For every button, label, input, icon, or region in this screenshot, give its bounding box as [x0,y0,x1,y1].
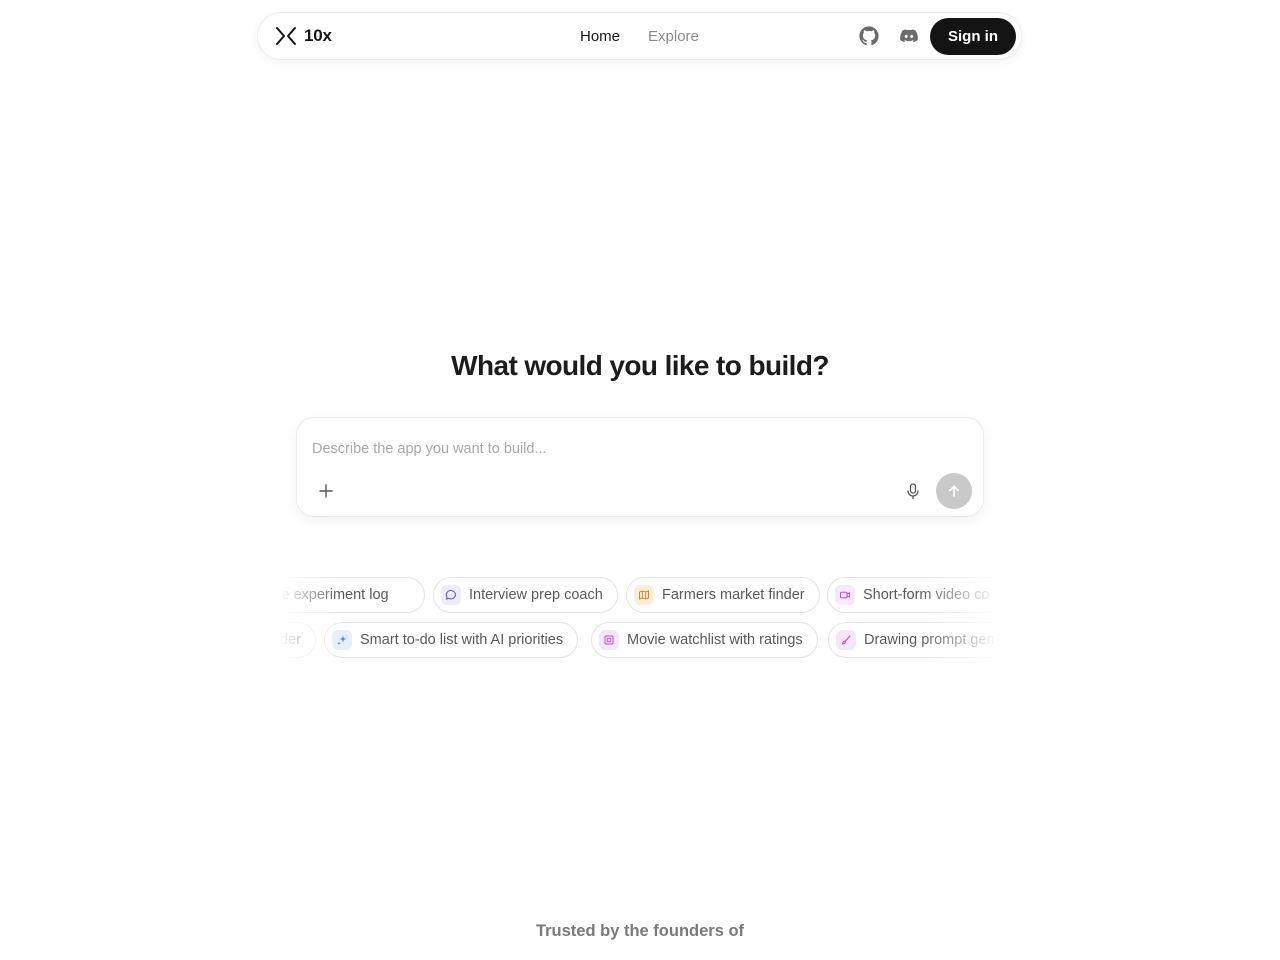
suggestion-chip[interactable]: Smart to-do list with AI priorities [324,622,579,658]
trusted-by-heading: Trusted by the founders of [535,922,745,940]
suggestion-chip[interactable]: ence experiment log [280,577,425,613]
video-icon [835,585,855,605]
suggestion-chip[interactable]: der [280,622,316,658]
chevrons-logo-icon [276,27,296,45]
nav-links: Home Explore [580,28,699,45]
suggestion-label: Smart to-do list with AI priorities [360,632,564,648]
send-button[interactable] [936,473,972,509]
map-icon [634,585,654,605]
sign-in-button[interactable]: Sign in [930,18,1016,55]
suggestion-chip[interactable]: Interview prep coach [433,577,618,613]
suggestion-label: Farmers market finder [662,587,805,603]
suggestion-label: ence experiment log [280,587,389,603]
discord-icon[interactable] [899,26,919,46]
prompt-input[interactable] [312,438,952,460]
suggestion-label: Drawing prompt gen [864,632,995,648]
suggestion-row-1: ence experiment log Interview prep coach… [280,576,1000,616]
suggestion-label: Short-form video co [863,587,990,603]
suggestion-label: Interview prep coach [469,587,603,603]
chat-bubble-icon [441,585,461,605]
nav-link-explore[interactable]: Explore [648,28,699,45]
suggestion-label: der [280,632,301,648]
brush-icon [836,630,856,650]
plus-icon[interactable] [316,481,336,501]
microphone-icon[interactable] [903,481,923,501]
suggestion-chip[interactable]: Farmers market finder [626,577,820,613]
top-navbar: 10x Home Explore Sign in [257,12,1022,60]
brand-name: 10x [304,26,332,45]
nav-link-home[interactable]: Home [580,28,620,45]
arrow-up-icon [948,485,960,497]
page-title: What would you like to build? [451,350,829,381]
suggestion-chip[interactable]: Movie watchlist with ratings [591,622,818,658]
film-icon [599,630,619,650]
suggestion-chip[interactable]: Short-form video co [827,577,1000,613]
sparkles-icon [332,630,352,650]
brand[interactable]: 10x [275,26,332,46]
prompt-box [296,417,984,517]
suggestion-chip[interactable]: Drawing prompt gen [828,622,1000,658]
suggestion-row-2: der Smart to-do list with AI priorities … [280,621,1000,661]
github-icon[interactable] [859,26,879,46]
suggestion-label: Movie watchlist with ratings [627,632,803,648]
